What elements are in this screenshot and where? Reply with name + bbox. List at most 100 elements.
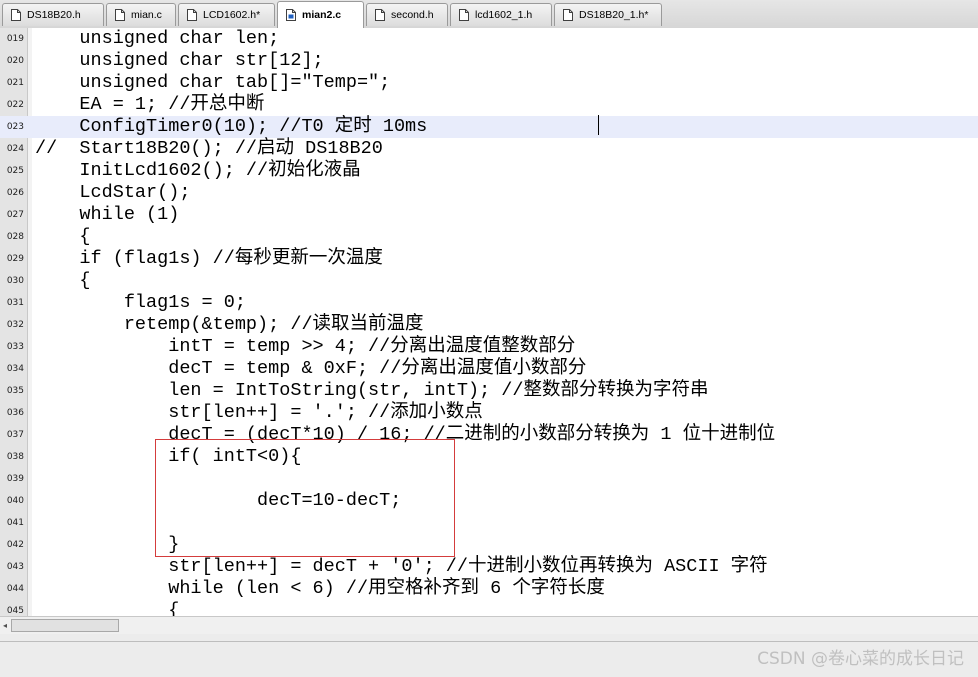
code-text: ConfigTimer0(10); //T0 定时 10ms bbox=[35, 116, 428, 137]
file-icon bbox=[459, 9, 469, 21]
code-line[interactable]: 042 } bbox=[0, 534, 978, 556]
line-number: 043 bbox=[6, 562, 24, 572]
file-icon bbox=[563, 9, 573, 21]
line-number: 020 bbox=[6, 56, 24, 66]
line-number: 021 bbox=[6, 78, 24, 88]
code-line[interactable]: 036 str[len++] = '.'; //添加小数点 bbox=[0, 402, 978, 424]
code-text: decT = temp & 0xF; //分离出温度值小数部分 bbox=[35, 358, 587, 379]
line-number: 045 bbox=[6, 606, 24, 616]
code-text: // Start18B20(); //启动 DS18B20 bbox=[35, 138, 383, 159]
line-number: 040 bbox=[6, 496, 24, 506]
highlight-annotation-box bbox=[155, 439, 455, 557]
code-line[interactable]: 027 while (1) bbox=[0, 204, 978, 226]
file-tab[interactable]: DS18B20_1.h* bbox=[554, 3, 662, 26]
file-tab[interactable]: second.h bbox=[366, 3, 448, 26]
file-tab-label: lcd1602_1.h bbox=[475, 9, 533, 21]
file-icon bbox=[187, 9, 197, 21]
code-line[interactable]: 034 decT = temp & 0xF; //分离出温度值小数部分 bbox=[0, 358, 978, 380]
code-line[interactable]: 029 if (flag1s) //每秒更新一次温度 bbox=[0, 248, 978, 270]
code-text: { bbox=[35, 226, 91, 247]
divider bbox=[0, 641, 978, 642]
file-icon bbox=[115, 9, 125, 21]
code-line[interactable]: 039 bbox=[0, 468, 978, 490]
line-number: 036 bbox=[6, 408, 24, 418]
code-line[interactable]: 024 // Start18B20(); //启动 DS18B20 bbox=[0, 138, 978, 160]
code-line[interactable]: 040 decT=10-decT; bbox=[0, 490, 978, 512]
file-icon bbox=[286, 9, 296, 21]
file-tab-label: mian2.c bbox=[302, 9, 342, 21]
file-icon bbox=[375, 9, 385, 21]
code-text: if (flag1s) //每秒更新一次温度 bbox=[35, 248, 383, 269]
line-number: 037 bbox=[6, 430, 24, 440]
file-tab[interactable]: LCD1602.h* bbox=[178, 3, 275, 26]
code-line[interactable]: 020 unsigned char str[12]; bbox=[0, 50, 978, 72]
code-text: flag1s = 0; bbox=[35, 292, 246, 313]
file-tab[interactable]: DS18B20.h bbox=[2, 3, 104, 26]
code-line[interactable]: 023 ConfigTimer0(10); //T0 定时 10ms bbox=[0, 116, 978, 138]
line-number: 024 bbox=[6, 144, 24, 154]
file-tab-label: mian.c bbox=[131, 9, 162, 21]
horizontal-scrollbar[interactable]: ◂ bbox=[0, 616, 978, 635]
code-line[interactable]: 031 flag1s = 0; bbox=[0, 292, 978, 314]
code-line[interactable]: 035 len = IntToString(str, intT); //整数部分… bbox=[0, 380, 978, 402]
code-text: InitLcd1602(); //初始化液晶 bbox=[35, 160, 361, 181]
line-number: 042 bbox=[6, 540, 24, 550]
line-number: 030 bbox=[6, 276, 24, 286]
line-number: 032 bbox=[6, 320, 24, 330]
code-text: intT = temp >> 4; //分离出温度值整数部分 bbox=[35, 336, 576, 357]
code-text: unsigned char len; bbox=[35, 28, 280, 49]
code-line[interactable]: 030 { bbox=[0, 270, 978, 292]
status-area: CSDN @卷心菜的成长日记 bbox=[0, 634, 978, 677]
code-line[interactable]: 037 decT = (decT*10) / 16; //二进制的小数部分转换为… bbox=[0, 424, 978, 446]
line-number: 039 bbox=[6, 474, 24, 484]
code-line[interactable]: 026 LcdStar(); bbox=[0, 182, 978, 204]
code-line[interactable]: 043 str[len++] = decT + '0'; //十进制小数位再转换… bbox=[0, 556, 978, 578]
line-number: 023 bbox=[6, 122, 24, 132]
line-number: 019 bbox=[6, 34, 24, 44]
code-text: retemp(&temp); //读取当前温度 bbox=[35, 314, 424, 335]
file-tab[interactable]: lcd1602_1.h bbox=[450, 3, 552, 26]
code-text: str[len++] = decT + '0'; //十进制小数位再转换为 AS… bbox=[35, 556, 768, 577]
code-line[interactable]: 041 bbox=[0, 512, 978, 534]
text-cursor bbox=[598, 115, 599, 135]
code-line[interactable]: 028 { bbox=[0, 226, 978, 248]
code-text: while (1) bbox=[35, 204, 180, 225]
code-text: EA = 1; //开总中断 bbox=[35, 94, 265, 115]
line-number: 034 bbox=[6, 364, 24, 374]
code-line[interactable]: 038 if( intT<0){ bbox=[0, 446, 978, 468]
code-line[interactable]: 025 InitLcd1602(); //初始化液晶 bbox=[0, 160, 978, 182]
scroll-left-arrow-icon[interactable]: ◂ bbox=[0, 617, 10, 635]
code-editor[interactable]: 019 unsigned char len; 020 unsigned char … bbox=[0, 28, 978, 616]
line-number: 026 bbox=[6, 188, 24, 198]
code-line[interactable]: 033 intT = temp >> 4; //分离出温度值整数部分 bbox=[0, 336, 978, 358]
code-text: unsigned char str[12]; bbox=[35, 50, 324, 71]
code-line[interactable]: 021 unsigned char tab[]="Temp="; bbox=[0, 72, 978, 94]
file-icon bbox=[11, 9, 21, 21]
file-tab-label: DS18B20.h bbox=[27, 9, 81, 21]
code-text: { bbox=[35, 600, 180, 616]
code-text: str[len++] = '.'; //添加小数点 bbox=[35, 402, 483, 423]
line-number: 025 bbox=[6, 166, 24, 176]
code-line[interactable]: 019 unsigned char len; bbox=[0, 28, 978, 50]
watermark: CSDN @卷心菜的成长日记 bbox=[757, 649, 964, 669]
file-tab-bar: DS18B20.h mian.c LCD1602.h* mian2.c second.h… bbox=[0, 0, 978, 29]
line-number: 022 bbox=[6, 100, 24, 110]
line-number: 038 bbox=[6, 452, 24, 462]
file-tab-label: second.h bbox=[391, 9, 434, 21]
code-line[interactable]: 032 retemp(&temp); //读取当前温度 bbox=[0, 314, 978, 336]
code-text: len = IntToString(str, intT); //整数部分转换为字… bbox=[35, 380, 709, 401]
line-number: 041 bbox=[6, 518, 24, 528]
file-tab[interactable]: mian.c bbox=[106, 3, 176, 26]
scrollbar-thumb[interactable] bbox=[11, 619, 119, 632]
code-line[interactable]: 045 { bbox=[0, 600, 978, 616]
line-number: 031 bbox=[6, 298, 24, 308]
file-tab-label: LCD1602.h* bbox=[203, 9, 261, 21]
line-number: 027 bbox=[6, 210, 24, 220]
code-line[interactable]: 022 EA = 1; //开总中断 bbox=[0, 94, 978, 116]
file-tab[interactable]: mian2.c bbox=[277, 1, 364, 28]
line-number: 035 bbox=[6, 386, 24, 396]
code-text: { bbox=[35, 270, 91, 291]
code-text: LcdStar(); bbox=[35, 182, 191, 203]
code-text: while (len < 6) //用空格补齐到 6 个字符长度 bbox=[35, 578, 605, 599]
code-line[interactable]: 044 while (len < 6) //用空格补齐到 6 个字符长度 bbox=[0, 578, 978, 600]
